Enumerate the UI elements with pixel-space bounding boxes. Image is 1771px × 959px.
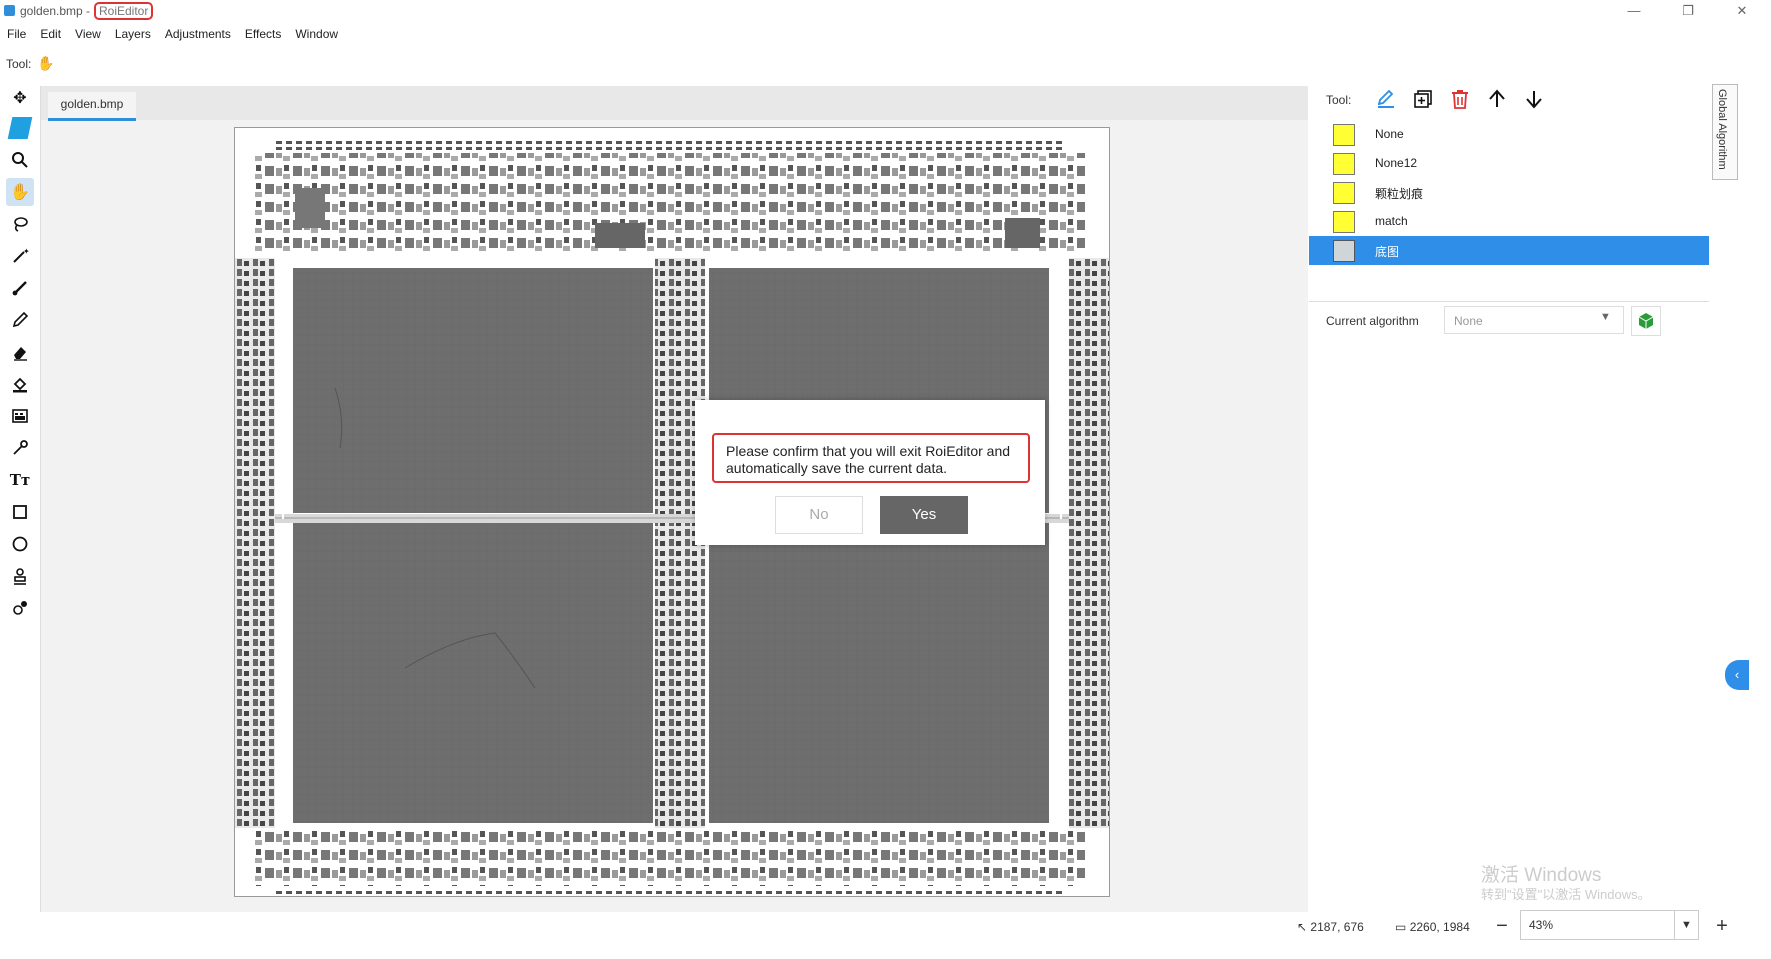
layer-swatch (1333, 124, 1355, 146)
layer-row[interactable]: 颗粒划痕 (1309, 178, 1709, 207)
menu-bar: File Edit View Layers Adjustments Effects Wind… (0, 23, 345, 45)
image-size-value: 2260, 1984 (1409, 920, 1470, 934)
layer-row-selected[interactable]: 底图 (1309, 236, 1709, 265)
layer-row[interactable]: None (1309, 120, 1709, 149)
pencil-icon[interactable] (6, 306, 34, 334)
layer-row[interactable]: None12 (1309, 149, 1709, 178)
clone-icon[interactable] (6, 594, 34, 622)
app-icon (4, 5, 15, 16)
zoom-input[interactable]: 43% (1520, 910, 1675, 940)
no-button[interactable]: No (775, 496, 863, 534)
text-icon[interactable]: Tт (6, 466, 34, 494)
cursor-icon: ↖ (1297, 920, 1308, 934)
zoom-out-button[interactable]: − (1490, 914, 1514, 938)
left-toolbar: ✥ ✋ ✦ Tт (0, 84, 38, 644)
eyedropper-icon[interactable] (6, 434, 34, 462)
hand-icon[interactable]: ✋ (6, 178, 34, 206)
zoom-dropdown-button[interactable]: ▼ (1675, 910, 1699, 940)
layer-swatch (1333, 182, 1355, 204)
minimize-button[interactable]: — (1621, 2, 1647, 20)
global-algorithm-tab[interactable]: Global Algorithm (1712, 84, 1738, 180)
tool-label: Tool: (6, 57, 32, 71)
title-bar (0, 0, 1771, 22)
document-tab[interactable]: golden.bmp (48, 92, 136, 121)
menu-edit[interactable]: Edit (33, 23, 68, 45)
hand-icon: ✋ (37, 55, 55, 71)
activation-watermark-subtitle: 转到"设置"以激活 Windows。 (1481, 887, 1651, 902)
layer-name: 颗粒划痕 (1375, 187, 1424, 201)
menu-view[interactable]: View (68, 23, 108, 45)
eraser-icon[interactable] (6, 338, 34, 366)
lasso-icon[interactable] (6, 210, 34, 238)
edit-icon[interactable] (1375, 88, 1397, 110)
move-icon[interactable]: ✥ (6, 84, 34, 112)
layer-swatch (1333, 153, 1355, 175)
delete-icon[interactable] (1449, 88, 1471, 110)
algorithm-cube-button[interactable] (1631, 306, 1661, 336)
select-icon[interactable] (6, 114, 34, 142)
layer-name: None12 (1375, 156, 1418, 170)
layer-name: None (1375, 127, 1404, 141)
ellipse-icon[interactable] (6, 530, 34, 558)
maximize-button[interactable]: ❐ (1675, 2, 1701, 20)
algorithm-select-value: None (1454, 314, 1483, 328)
move-up-icon[interactable] (1486, 88, 1508, 110)
image-size: ▭ 2260, 1984 (1395, 920, 1470, 934)
collapse-panel-button[interactable]: ‹ (1725, 660, 1749, 690)
close-button[interactable]: ✕ (1729, 2, 1755, 20)
chevron-down-icon: ▼ (1600, 311, 1611, 323)
zoom-in-button[interactable]: + (1710, 914, 1734, 938)
layer-swatch (1333, 211, 1355, 233)
layer-name: match (1375, 214, 1408, 228)
svg-text:✦: ✦ (23, 247, 29, 256)
brush-icon[interactable] (6, 274, 34, 302)
document-tab-bar (41, 86, 1326, 120)
add-layer-icon[interactable] (1412, 88, 1434, 110)
yes-button[interactable]: Yes (880, 496, 968, 534)
layer-row[interactable]: match (1309, 207, 1709, 236)
rectangle-icon[interactable] (6, 498, 34, 526)
menu-adjustments[interactable]: Adjustments (158, 23, 238, 45)
dialog-message: Please confirm that you will exit RoiEdi… (712, 433, 1030, 483)
cursor-position-value: 2187, 676 (1310, 920, 1364, 934)
global-algorithm-label: Global Algorithm (1716, 89, 1728, 170)
menu-window[interactable]: Window (288, 23, 345, 45)
tool-row: Tool: ✋ (6, 55, 55, 72)
layers-tool-label: Tool: (1326, 93, 1352, 107)
window-title-file: golden.bmp - (20, 4, 91, 18)
layer-thumbnail (1333, 240, 1355, 262)
algorithm-label: Current algorithm (1326, 314, 1419, 328)
menu-file[interactable]: File (0, 23, 33, 45)
fill-icon[interactable] (6, 370, 34, 398)
zoom-icon[interactable] (6, 146, 34, 174)
panel-divider (1309, 301, 1709, 302)
move-down-icon[interactable] (1523, 88, 1545, 110)
cursor-position: ↖ 2187, 676 (1297, 920, 1364, 934)
menu-effects[interactable]: Effects (238, 23, 288, 45)
activation-watermark-title: 激活 Windows (1481, 865, 1602, 886)
stamp-icon[interactable] (6, 562, 34, 590)
layer-name: 底图 (1375, 245, 1400, 259)
gradient-icon[interactable] (6, 402, 34, 430)
window-title-app: RoiEditor (94, 2, 154, 20)
magic-wand-icon[interactable]: ✦ (6, 242, 34, 270)
cube-icon (1638, 313, 1654, 329)
menu-layers[interactable]: Layers (108, 23, 158, 45)
selection-icon: ▭ (1395, 920, 1407, 934)
